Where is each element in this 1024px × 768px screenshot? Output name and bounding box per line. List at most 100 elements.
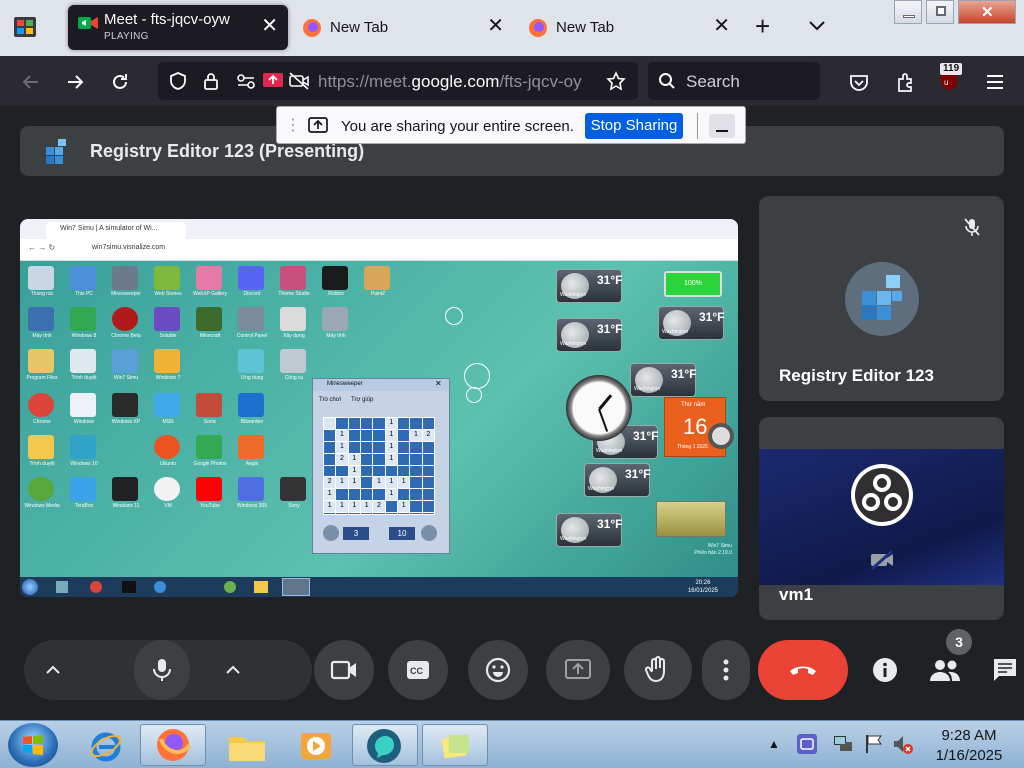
- minesweeper-cell[interactable]: [422, 418, 434, 429]
- minesweeper-cell[interactable]: [348, 429, 360, 441]
- minesweeper-cell[interactable]: 1: [397, 477, 410, 489]
- start-button[interactable]: [8, 723, 58, 767]
- minesweeper-cell[interactable]: [360, 429, 373, 441]
- participant-tile-registry-editor[interactable]: Registry Editor 123: [759, 196, 1004, 401]
- minesweeper-cell[interactable]: [348, 489, 360, 501]
- minesweeper-cell[interactable]: [360, 441, 373, 453]
- minesweeper-cell[interactable]: [397, 441, 410, 453]
- minesweeper-cell[interactable]: 1: [410, 429, 422, 441]
- new-tab-button[interactable]: +: [755, 13, 770, 39]
- minesweeper-cell[interactable]: [410, 501, 422, 513]
- tab-meet[interactable]: Meet - fts-jqcv-oyw PLAYING ✕: [68, 5, 288, 50]
- minesweeper-window[interactable]: Minesweeper ✕ Trò chơi Trợ giúp 11112112…: [312, 378, 450, 554]
- minesweeper-cell[interactable]: [397, 453, 410, 465]
- minesweeper-cell[interactable]: [324, 429, 336, 441]
- minesweeper-cell[interactable]: [422, 441, 434, 453]
- taskbar-explorer[interactable]: [214, 724, 280, 766]
- minesweeper-cell[interactable]: [410, 477, 422, 489]
- minesweeper-cell[interactable]: [397, 429, 410, 441]
- forward-icon[interactable]: [64, 71, 86, 93]
- participant-tile-vm1[interactable]: vm1: [759, 417, 1004, 620]
- minesweeper-cell[interactable]: [360, 477, 373, 489]
- minesweeper-cell[interactable]: 1: [348, 477, 360, 489]
- url-bar[interactable]: https://meet.google.com/fts-jqcv-oy: [158, 62, 638, 100]
- minesweeper-cell[interactable]: [410, 441, 422, 453]
- minesweeper-cell[interactable]: [360, 489, 373, 501]
- url-text[interactable]: https://meet.google.com/fts-jqcv-oy: [318, 72, 600, 92]
- minimize-button[interactable]: [894, 0, 922, 24]
- minesweeper-close-icon[interactable]: ✕: [435, 379, 442, 388]
- shared-screen-view[interactable]: Win7 Simu | A simulator of Wi... ← → ↻ w…: [20, 219, 738, 597]
- camera-button[interactable]: [314, 640, 374, 700]
- minesweeper-cell[interactable]: [324, 441, 336, 453]
- minesweeper-cell[interactable]: [373, 489, 385, 501]
- minesweeper-cell[interactable]: 1: [385, 429, 397, 441]
- minesweeper-cell[interactable]: [410, 465, 422, 477]
- minesweeper-cell[interactable]: [360, 513, 373, 514]
- search-bar[interactable]: Search: [648, 62, 820, 100]
- minesweeper-cell[interactable]: [348, 441, 360, 453]
- minesweeper-cell[interactable]: [373, 441, 385, 453]
- menu-game[interactable]: Trò chơi: [319, 397, 341, 403]
- minesweeper-cell[interactable]: 2: [324, 477, 336, 489]
- minesweeper-cell[interactable]: [397, 418, 410, 429]
- volume-muted-icon[interactable]: [892, 733, 914, 755]
- shield-icon[interactable]: [168, 71, 188, 91]
- show-hidden-icons[interactable]: ▲: [768, 737, 780, 751]
- minesweeper-cell[interactable]: [360, 453, 373, 465]
- minesweeper-cell[interactable]: [373, 513, 385, 514]
- hide-indicator-button[interactable]: [709, 114, 735, 138]
- close-window-button[interactable]: ✕: [958, 0, 1016, 24]
- minesweeper-cell[interactable]: [336, 489, 348, 501]
- screen-share-indicator-icon[interactable]: [262, 71, 284, 91]
- network-icon[interactable]: [832, 733, 854, 755]
- leave-call-button[interactable]: [758, 640, 848, 700]
- minesweeper-cell[interactable]: [360, 418, 373, 429]
- minesweeper-cell[interactable]: [348, 513, 360, 514]
- drag-handle[interactable]: ⋮: [285, 115, 301, 135]
- back-icon[interactable]: [20, 71, 42, 93]
- minesweeper-cell[interactable]: [336, 465, 348, 477]
- chat-icon[interactable]: [992, 657, 1018, 683]
- minesweeper-cell[interactable]: 1: [348, 501, 360, 513]
- minesweeper-cell[interactable]: [422, 453, 434, 465]
- minesweeper-cell[interactable]: [422, 513, 434, 514]
- taskbar-clock[interactable]: 9:28 AM 1/16/2025: [924, 726, 1014, 766]
- minesweeper-cell[interactable]: 1: [385, 477, 397, 489]
- minesweeper-cell[interactable]: 1: [348, 465, 360, 477]
- extensions-icon[interactable]: [894, 71, 916, 93]
- list-all-tabs-icon[interactable]: [806, 14, 828, 36]
- minesweeper-cell[interactable]: 1: [336, 441, 348, 453]
- lock-icon[interactable]: [202, 71, 220, 91]
- minesweeper-cell[interactable]: [324, 513, 336, 514]
- minesweeper-cell[interactable]: [385, 501, 397, 513]
- minesweeper-cell[interactable]: 2: [336, 453, 348, 465]
- stop-sharing-button[interactable]: Stop Sharing: [585, 113, 683, 139]
- close-tab-icon[interactable]: ✕: [261, 16, 278, 36]
- minesweeper-cell[interactable]: [373, 418, 385, 429]
- minesweeper-cell[interactable]: [324, 465, 336, 477]
- minesweeper-cell[interactable]: 1: [385, 418, 397, 429]
- minesweeper-cell[interactable]: 1: [336, 429, 348, 441]
- captions-button[interactable]: CC: [388, 640, 448, 700]
- reload-icon[interactable]: [109, 71, 131, 93]
- minesweeper-cell[interactable]: [373, 429, 385, 441]
- info-icon[interactable]: [872, 657, 898, 683]
- chevron-up-icon[interactable]: [44, 662, 62, 678]
- minesweeper-cell[interactable]: 1: [397, 501, 410, 513]
- minesweeper-cell[interactable]: 1: [385, 453, 397, 465]
- minesweeper-cell[interactable]: 1: [385, 489, 397, 501]
- minesweeper-cell[interactable]: [336, 513, 348, 514]
- menu-icon[interactable]: [984, 71, 1006, 93]
- bookmark-star-icon[interactable]: [606, 71, 626, 91]
- video-options-button[interactable]: [202, 640, 312, 700]
- minesweeper-cell[interactable]: 1: [336, 477, 348, 489]
- restore-button[interactable]: [926, 0, 954, 24]
- minesweeper-cell[interactable]: [422, 489, 434, 501]
- minesweeper-cell[interactable]: [422, 465, 434, 477]
- minesweeper-cell[interactable]: 1: [324, 489, 336, 501]
- minesweeper-cell[interactable]: [385, 465, 397, 477]
- minesweeper-cell[interactable]: 2: [373, 501, 385, 513]
- minesweeper-cell[interactable]: [348, 418, 360, 429]
- minesweeper-cell[interactable]: 1: [324, 501, 336, 513]
